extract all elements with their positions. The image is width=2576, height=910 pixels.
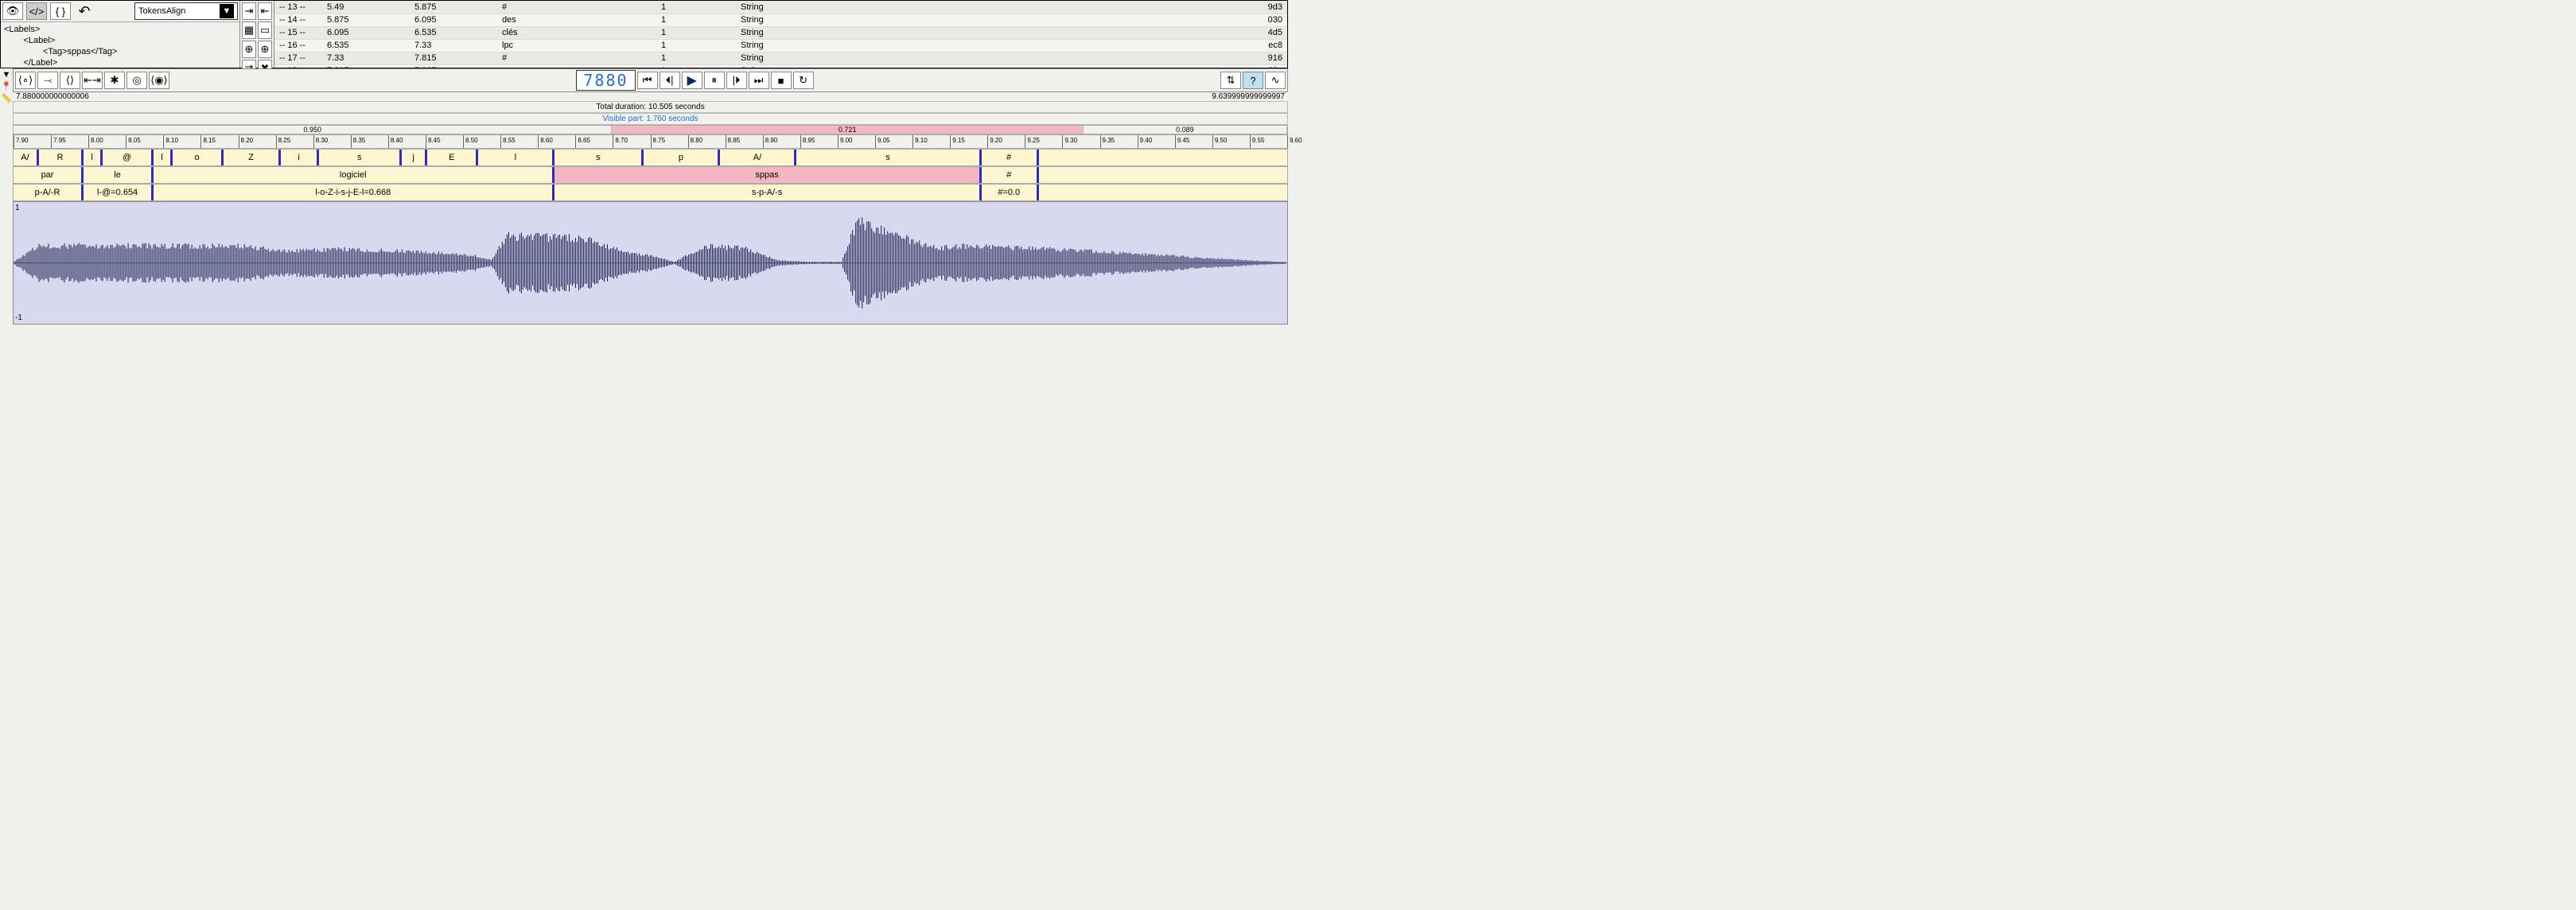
table-row[interactable]: -- 16 --6.5357.33lpc1Stringec8	[274, 39, 1287, 52]
import-button[interactable]: ⇥	[242, 2, 256, 20]
left-gutter: ▼ 📍 📏	[0, 68, 13, 149]
ruler-icon[interactable]: 📏	[1, 93, 12, 103]
grid-button[interactable]: ▦	[242, 21, 256, 39]
loop-button[interactable]: ↻	[793, 72, 814, 89]
tier-cell[interactable]: le	[84, 167, 154, 183]
time-ruler[interactable]: 7.907.958.008.058.108.158.208.258.308.35…	[13, 134, 1288, 149]
editor-pane: 👁 </> { } ↶ TokensAlign ▼ <Labels> <Labe…	[1, 1, 239, 68]
collapse-icon[interactable]: ▼	[2, 70, 11, 80]
time-lcd: 7880	[576, 70, 635, 91]
tier-cell[interactable]: A/	[720, 150, 796, 165]
step-fwd-button[interactable]: |⏵	[726, 72, 747, 89]
pin-icon[interactable]: 📍	[1, 81, 12, 91]
total-duration-label: Total duration: 10.505 seconds	[13, 101, 1288, 113]
fast-fwd-button[interactable]: ⏭	[749, 72, 769, 89]
tier-select-dropdown[interactable]: TokensAlign ▼	[134, 2, 238, 20]
tier-cell[interactable]: sppas	[555, 167, 981, 183]
tier-cell[interactable]: l-o-Z-i-s-j-E-l=0.668	[154, 185, 555, 200]
tier-cell[interactable]: R	[39, 150, 84, 165]
play-button[interactable]: ▶	[682, 72, 702, 89]
tier-cell[interactable]: #	[982, 167, 1039, 183]
step-back-button[interactable]: ⏴|	[660, 72, 680, 89]
tier-cell[interactable]: s	[319, 150, 402, 165]
sel-center-button[interactable]: ✱	[104, 72, 125, 89]
tier-cell[interactable]: p-A/-R	[14, 185, 84, 200]
annotations-table[interactable]: -- 13 --5.495.875#1String9d3-- 14 --5.87…	[274, 1, 1287, 68]
table-row[interactable]: -- 13 --5.495.875#1String9d3	[274, 1, 1287, 14]
tier-cell[interactable]: logiciel	[154, 167, 555, 183]
braces-view-button[interactable]: { }	[50, 2, 71, 20]
sort-button[interactable]: ⇅	[1220, 72, 1241, 89]
view-toolbar: 👁 </> { } ↶ TokensAlign ▼	[1, 1, 239, 21]
help-button[interactable]: ?	[1243, 72, 1263, 89]
table-row[interactable]: -- 15 --6.0956.535clés1String4d5	[274, 26, 1287, 39]
tier-cell[interactable]: #=0.0	[982, 185, 1039, 200]
eye-view-button[interactable]: 👁	[2, 2, 23, 20]
tier-cell[interactable]: l	[84, 150, 103, 165]
tier-cell[interactable]: l	[154, 150, 173, 165]
player-toolbar: ⟨∘⟩ ⤙ ⟨⟩ ⇤⇥ ✱ ◎ ⟨◉⟩ 7880 ⏮ ⏴| ▶ ⏸ |⏵ ⏭ ■…	[13, 68, 1288, 92]
rewind-button[interactable]: ⏮	[637, 72, 658, 89]
top-panel: 👁 </> { } ↶ TokensAlign ▼ <Labels> <Labe…	[0, 0, 1288, 68]
export-button[interactable]: ⇤	[258, 2, 272, 20]
edit-tools-column: ⇥ ⇤ ▦ ▭ ⊕ ⊕ ⇄ ✖	[239, 1, 274, 68]
tier-cell[interactable]: s	[555, 150, 644, 165]
table-row[interactable]: -- 14 --5.8756.095des1String030	[274, 14, 1287, 26]
tier-cell[interactable]: #	[982, 150, 1039, 165]
tier-tokens[interactable]: parlelogicielsppas#	[13, 166, 1288, 184]
tier-cell[interactable]: A/	[14, 150, 39, 165]
sel-shrink-button[interactable]: ⤙	[37, 72, 58, 89]
tier-cell[interactable]: l	[478, 150, 555, 165]
visible-part-label: Visible part: 1.760 seconds	[13, 113, 1288, 125]
sel-all-button[interactable]: ⟨∘⟩	[15, 72, 36, 89]
tier-cell[interactable]: l-@=0.654	[84, 185, 154, 200]
tier-cell[interactable]: @	[103, 150, 154, 165]
undo-button[interactable]: ↶	[74, 2, 95, 20]
tier-cell[interactable]: E	[427, 150, 478, 165]
dropdown-value: TokensAlign	[138, 6, 185, 16]
tier-cell[interactable]: p	[644, 150, 720, 165]
sel-out-button[interactable]: ⇤⇥	[82, 72, 103, 89]
tier-cell[interactable]: o	[173, 150, 224, 165]
overview-scrollbar[interactable]: 0.950 0.721 0.089	[13, 125, 1288, 134]
stop-button[interactable]: ■	[771, 72, 792, 89]
tier-cell[interactable]: s-p-A/-s	[555, 185, 981, 200]
table-row[interactable]: -- 17 --7.337.815#1String916	[274, 52, 1287, 64]
annotation-tiers: A/Rl@loZisjElspA/s# parlelogicielsppas# …	[13, 149, 1288, 201]
tier-cell[interactable]: i	[281, 150, 319, 165]
add-below-button[interactable]: ⊕	[258, 41, 272, 58]
pause-button[interactable]: ⏸	[704, 72, 725, 89]
sel-expand-button[interactable]: ⟨⟩	[60, 72, 80, 89]
tier-cell[interactable]: j	[402, 150, 427, 165]
target-button[interactable]: ◎	[126, 72, 147, 89]
add-above-button[interactable]: ⊕	[242, 41, 256, 58]
chevron-down-icon: ▼	[220, 4, 234, 18]
tier-syllables[interactable]: p-A/-Rl-@=0.654l-o-Z-i-s-j-E-l=0.668s-p-…	[13, 184, 1288, 201]
code-view-button[interactable]: </>	[26, 2, 47, 20]
tier-cell[interactable]: par	[14, 167, 84, 183]
tier-cell[interactable]: s	[796, 150, 981, 165]
table-row[interactable]: -- 18 --7.8157.995par1String66e	[274, 64, 1287, 68]
view-button[interactable]: ⟨◉⟩	[149, 72, 169, 89]
waveform-display[interactable]: 1 -1	[13, 201, 1288, 325]
tier-cell[interactable]: Z	[224, 150, 281, 165]
tier-phones[interactable]: A/Rl@loZisjElspA/s#	[13, 149, 1288, 166]
time-extents: 7.880000000000006 9.639999999999997	[13, 92, 1288, 101]
wave-button[interactable]: ∿	[1265, 72, 1286, 89]
row-button[interactable]: ▭	[258, 21, 272, 39]
xml-editor[interactable]: <Labels> <Label> <Tag>sppas</Tag> </Labe…	[1, 21, 239, 68]
